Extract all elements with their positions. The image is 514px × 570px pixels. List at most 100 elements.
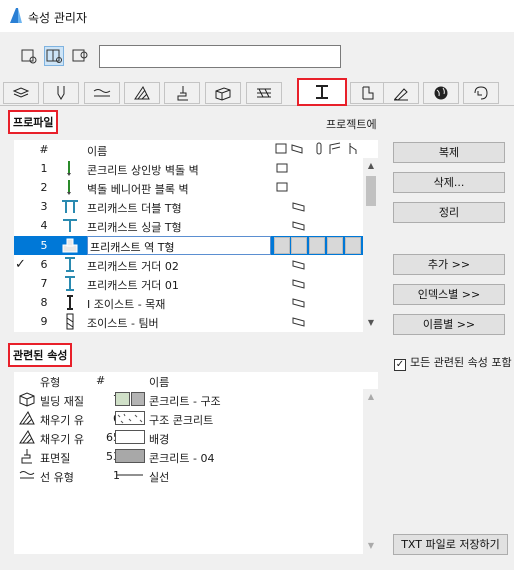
girder-icon <box>65 276 75 291</box>
split-view-icon <box>46 49 62 63</box>
tab-renovation[interactable] <box>463 82 499 104</box>
profile-num: 4 <box>40 219 48 232</box>
tab-divider <box>0 105 514 106</box>
tab-materials[interactable] <box>350 82 386 104</box>
surface-swatch <box>115 449 145 463</box>
globe-icon <box>434 86 448 100</box>
usage-cell-opening[interactable] <box>345 237 361 254</box>
show-all-label: 모든 관련된 속성 포함 <box>410 356 512 369</box>
profile-row-9[interactable]: 9 조이스트 - 팀버 <box>14 312 363 331</box>
beam-usage-icon <box>292 202 305 212</box>
profile-name: 벽돌 베니어판 블록 벽 <box>87 183 189 196</box>
line-types-icon <box>93 89 111 97</box>
wall-usage-icon <box>276 182 288 192</box>
usage-cell-handrail[interactable] <box>327 237 343 254</box>
tab-lines[interactable] <box>84 82 120 104</box>
profile-name: 프리캐스트 거더 01 <box>87 279 179 292</box>
tab-pens[interactable] <box>43 82 79 104</box>
related-type: 빌딩 재질 <box>40 395 84 408</box>
related-row-2[interactable]: 채우기 유 6 구조 콘크리트 <box>14 408 362 428</box>
tab-profiles[interactable] <box>297 78 347 106</box>
beam-usage-icon <box>292 298 305 308</box>
profile-name: 프리캐스트 더블 T형 <box>87 202 182 215</box>
checkmark-icon: ✓ <box>15 257 26 272</box>
tab-cities[interactable] <box>423 82 459 104</box>
view-mode-2-button[interactable] <box>44 46 64 66</box>
related-row-5[interactable]: 선 유형 1 실선 <box>14 465 362 485</box>
tab-composites[interactable] <box>164 82 200 104</box>
related-row-4[interactable]: 표면질 53 콘크리트 - 04 <box>14 446 362 466</box>
profile-num: 5 <box>40 239 48 252</box>
i-beam-icon <box>316 85 328 99</box>
search-input[interactable] <box>99 45 341 68</box>
profiles-scroll-thumb[interactable] <box>366 176 376 206</box>
profile-name-edit-input[interactable]: 프리캐스트 역 T형 <box>87 236 271 255</box>
scroll-down-icon[interactable]: ▼ <box>363 541 379 550</box>
profile-row-1[interactable]: 1 콘크리트 상인방 벽돌 벽 <box>14 159 363 178</box>
layers-icon <box>12 87 30 98</box>
profile-row-8[interactable]: 8 I 조이스트 - 목재 <box>14 293 363 312</box>
beam-usage-icon <box>292 260 305 270</box>
duplicate-button[interactable]: 복제 <box>393 142 505 163</box>
profiles-section-title: 프로파일 <box>8 110 59 134</box>
profile-num: 7 <box>40 277 48 290</box>
by-name-button[interactable]: 이름별 >> <box>393 314 505 335</box>
wall-usage-icon <box>276 163 288 173</box>
fill-type-icon <box>19 430 35 444</box>
related-name: 배경 <box>149 433 170 446</box>
tab-complex-profiles[interactable] <box>205 82 241 104</box>
show-all-checkbox[interactable]: ✓ <box>394 359 406 371</box>
related-row-1[interactable]: 빌딩 재질 7 콘크리트 - 구조 <box>14 389 362 409</box>
timber-joist-icon <box>66 313 74 330</box>
wall-profile-icon <box>67 161 71 176</box>
related-type: 선 유형 <box>40 471 74 484</box>
view-mode-1-button[interactable] <box>19 46 39 66</box>
related-row-3[interactable]: 채우기 유 65 배경 <box>14 427 362 447</box>
add-button[interactable]: 추가 >> <box>393 254 505 275</box>
profile-row-5-selected[interactable]: 5 프리캐스트 역 T형 <box>14 236 363 255</box>
beam-usage-icon <box>292 317 305 327</box>
tab-zones[interactable] <box>246 82 282 104</box>
col-num-header: # <box>39 143 49 156</box>
tab-layers[interactable] <box>3 82 39 104</box>
related-type: 채우기 유 <box>40 433 84 446</box>
profile-num: 2 <box>40 181 48 194</box>
related-name: 실선 <box>149 471 170 484</box>
profile-name: 프리캐스트 거더 02 <box>87 260 179 273</box>
girder-icon <box>65 257 75 272</box>
view-mode-3-button[interactable] <box>70 46 90 66</box>
delete-button[interactable]: 삭제... <box>393 172 505 193</box>
surface-icon <box>21 449 32 464</box>
by-index-button[interactable]: 인덱스별 >> <box>393 284 505 305</box>
related-scrollbar[interactable] <box>363 389 379 554</box>
profile-row-3[interactable]: 3 프리캐스트 더블 T형 <box>14 197 363 216</box>
material-swatch <box>115 392 145 406</box>
tab-surfaces[interactable] <box>383 82 419 104</box>
renovation-icon <box>474 86 488 100</box>
fill-swatch <box>115 411 145 425</box>
scroll-up-icon[interactable]: ▲ <box>363 161 379 170</box>
profile-row-4[interactable]: 4 프리캐스트 싱글 T형 <box>14 216 363 235</box>
save-txt-button[interactable]: TXT 파일로 저장하기 <box>393 534 508 555</box>
surface-brush-icon <box>394 88 408 101</box>
scroll-up-icon[interactable]: ▲ <box>363 392 379 401</box>
tab-fills[interactable] <box>124 82 160 104</box>
scroll-down-icon[interactable]: ▼ <box>363 318 379 327</box>
profile-row-6[interactable]: ✓ 6 프리캐스트 거더 02 <box>14 255 363 274</box>
usage-cell-column[interactable] <box>309 237 325 254</box>
profile-row-2[interactable]: 2 벽돌 베니어판 블록 벽 <box>14 178 363 197</box>
profile-name: I 조이스트 - 목재 <box>87 298 166 311</box>
hatch-icon <box>257 88 271 98</box>
usage-cell-wall[interactable] <box>274 237 290 254</box>
list-view-icon <box>21 49 37 64</box>
profile-num: 1 <box>40 162 48 175</box>
purge-button[interactable]: 정리 <box>393 202 505 223</box>
usage-cell-beam[interactable] <box>291 237 307 254</box>
single-t-icon <box>63 219 77 232</box>
related-type: 채우기 유 <box>40 414 84 427</box>
profile-name: 프리캐스트 싱글 T형 <box>87 221 182 234</box>
profile-row-7[interactable]: 7 프리캐스트 거더 01 <box>14 274 363 293</box>
pen-icon <box>57 86 65 100</box>
project-label: 프로젝트에 <box>326 118 377 131</box>
double-t-icon <box>62 200 78 213</box>
